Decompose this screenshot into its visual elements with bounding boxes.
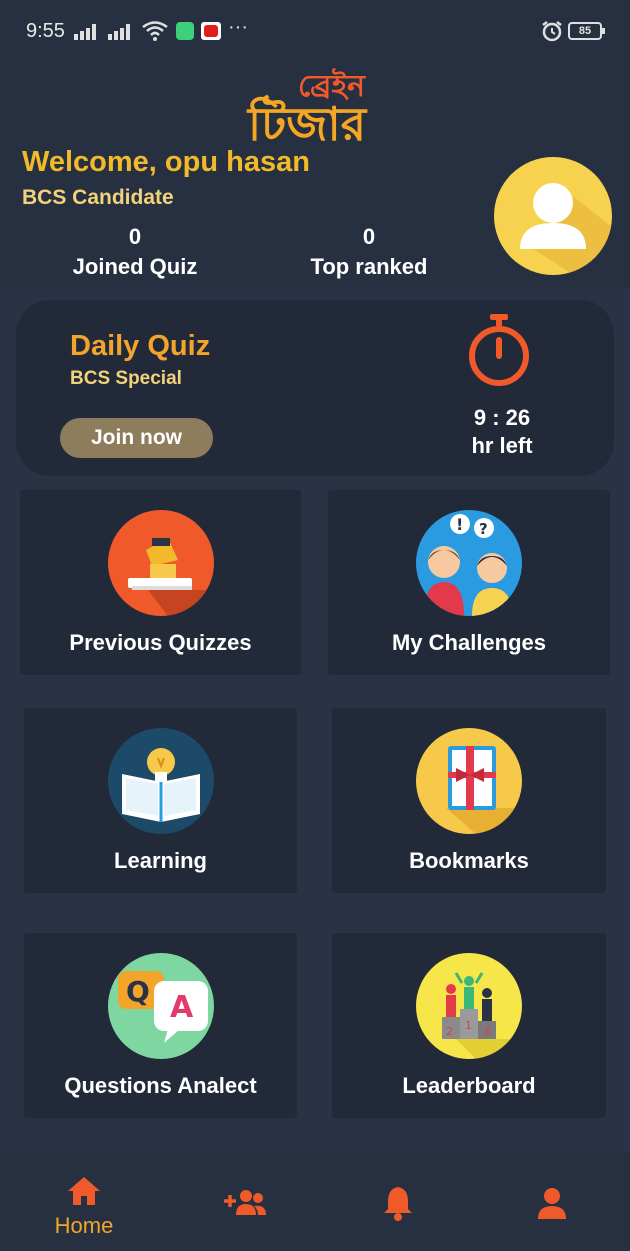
top-ranked-label: Top ranked	[310, 254, 428, 279]
user-avatar-icon	[520, 183, 612, 275]
svg-text:1: 1	[465, 1019, 472, 1032]
stopwatch-icon	[469, 314, 529, 386]
message-app-icon	[176, 22, 194, 40]
previous-quizzes-label: Previous Quizzes	[69, 630, 252, 655]
lightbulb-book-icon	[107, 728, 214, 834]
questions-analect-tile[interactable]: Q A Questions Analect	[24, 933, 297, 1118]
bookmark-book-icon	[416, 728, 522, 834]
daily-quiz-title: Daily Quiz	[70, 330, 211, 362]
brain-teaser-logo: ব্রেইন টিজার	[246, 68, 368, 151]
questions-analect-label: Questions Analect	[64, 1073, 257, 1098]
status-bar: 9:55 ··· 85	[0, 0, 630, 62]
joined-quiz-stat: 0 Joined Quiz	[60, 224, 210, 280]
bookmarks-tile[interactable]: Bookmarks	[332, 708, 606, 893]
people-question-icon: ! ?	[416, 510, 522, 616]
daily-quiz-subtitle: BCS Special	[70, 368, 182, 389]
join-now-button[interactable]: Join now	[60, 418, 213, 458]
learning-tile[interactable]: Learning	[24, 708, 297, 893]
alarm-icon	[542, 21, 562, 42]
leaderboard-tile[interactable]: 2 1 3 Leaderboard	[332, 933, 606, 1118]
home-icon	[68, 1177, 100, 1205]
svg-text:?: ?	[479, 520, 488, 538]
more-notifications-icon: ···	[228, 16, 248, 38]
bookmarks-label: Bookmarks	[409, 848, 529, 873]
nav-add-friends[interactable]	[196, 1153, 296, 1251]
svg-text:Q: Q	[126, 975, 150, 1008]
svg-text:টিজার: টিজার	[246, 94, 368, 151]
bottom-navigation: Home	[0, 1153, 630, 1251]
time-left-value: 9 : 26	[473, 405, 531, 430]
add-friends-icon	[224, 1190, 266, 1215]
avatar[interactable]	[494, 157, 612, 275]
podium-icon: 2 1 3	[416, 953, 522, 1059]
signal-icon-2	[108, 24, 130, 40]
nav-notifications[interactable]	[348, 1153, 448, 1251]
daily-quiz-card: Daily Quiz BCS Special Join now 9 : 26 h…	[16, 300, 614, 476]
profile-header: ব্রেইন টিজার Welcome, opu hasan BCS Cand…	[0, 62, 630, 288]
youtube-icon	[201, 22, 221, 40]
lamp-book-icon	[107, 510, 214, 616]
welcome-text: Welcome, opu hasan	[22, 146, 310, 178]
previous-quizzes-tile[interactable]: Previous Quizzes	[20, 490, 301, 675]
profile-icon	[538, 1188, 566, 1219]
svg-text:3: 3	[483, 1025, 490, 1038]
svg-text:!: !	[456, 515, 463, 534]
svg-text:2: 2	[446, 1025, 453, 1038]
qa-bubbles-icon: Q A	[107, 953, 214, 1059]
time-left-suffix: hr left	[471, 433, 533, 458]
status-time: 9:55	[26, 20, 65, 42]
user-role: BCS Candidate	[22, 186, 174, 209]
notification-bell-icon	[384, 1187, 412, 1221]
leaderboard-label: Leaderboard	[402, 1073, 536, 1098]
wifi-icon	[142, 21, 168, 41]
nav-profile[interactable]	[502, 1153, 602, 1251]
battery-indicator: 85	[568, 22, 605, 40]
nav-home-label: Home	[54, 1213, 114, 1238]
joined-quiz-count: 0	[128, 224, 142, 249]
time-left: 9 : 26 hr left	[446, 404, 558, 460]
nav-home[interactable]: Home	[34, 1153, 134, 1251]
svg-text:A: A	[170, 990, 194, 1025]
top-ranked-count: 0	[362, 224, 376, 249]
joined-quiz-label: Joined Quiz	[72, 254, 198, 279]
signal-icon	[74, 24, 96, 40]
learning-label: Learning	[114, 848, 207, 873]
top-ranked-stat: 0 Top ranked	[296, 224, 442, 280]
my-challenges-label: My Challenges	[391, 630, 547, 655]
my-challenges-tile[interactable]: ! ? My Challenges	[328, 490, 610, 675]
